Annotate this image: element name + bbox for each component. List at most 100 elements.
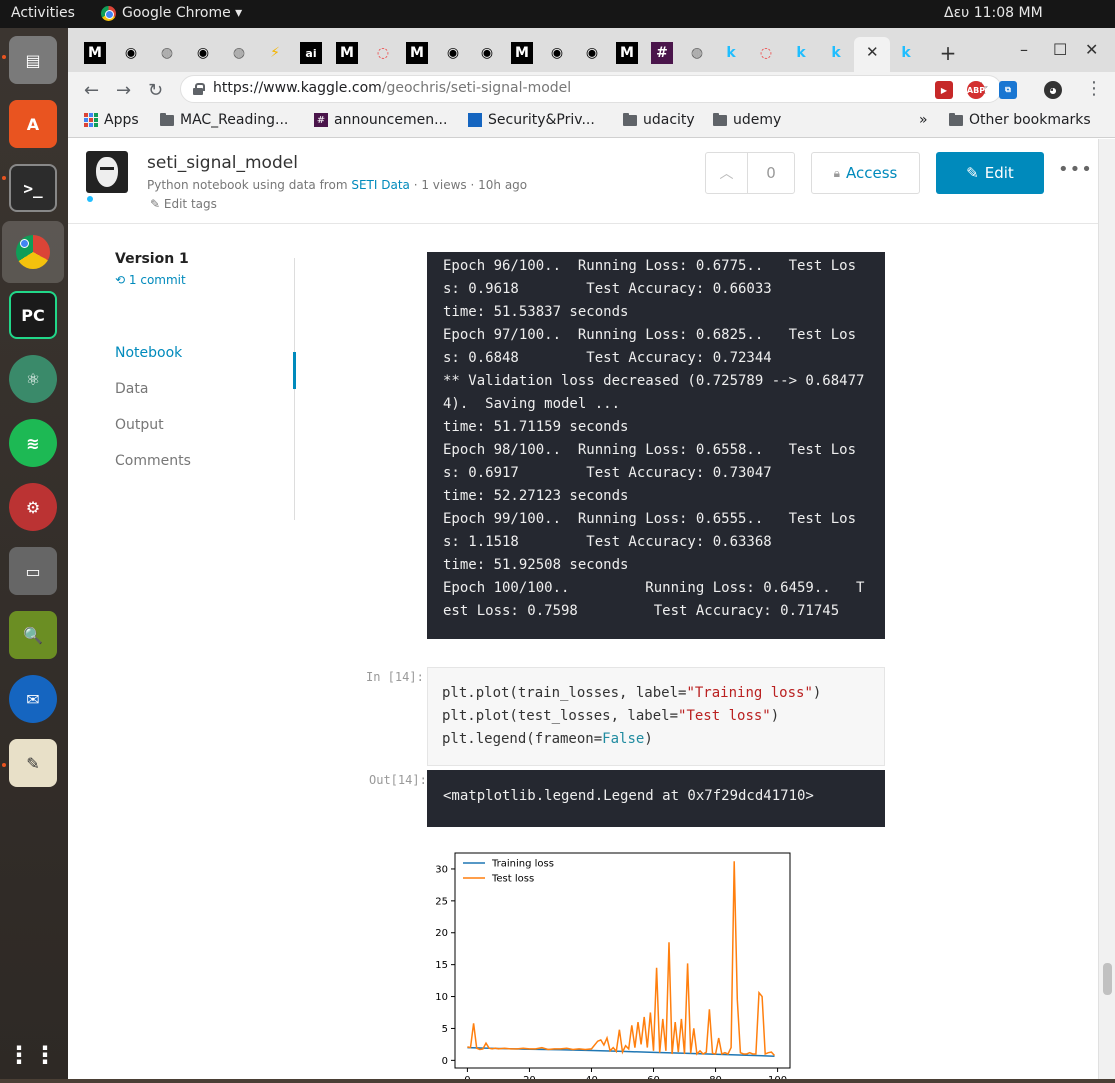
kernel-header: seti_signal_model Python notebook using … (68, 139, 1098, 224)
nav-data[interactable]: Data (115, 381, 148, 397)
training-log-output: Epoch 96/100.. Running Loss: 0.6775.. Te… (427, 252, 885, 639)
files-icon[interactable]: ▤ (9, 36, 57, 84)
tab-slack-icon[interactable]: # (651, 42, 673, 64)
close-window-icon[interactable]: ✕ (1085, 40, 1098, 59)
tab-kaggle-icon[interactable]: k (720, 42, 742, 64)
y-tick-label: 0 (442, 1056, 448, 1067)
tab-github-icon[interactable]: ◉ (546, 42, 568, 64)
upvote-icon[interactable]: ︿ (706, 153, 748, 193)
spotify-icon[interactable]: ≋ (9, 419, 57, 467)
access-button[interactable]: 🔒︎ Access (811, 152, 920, 194)
reload-icon[interactable]: ↻ (148, 80, 163, 101)
tab-kaggle-icon[interactable]: k (825, 42, 847, 64)
disks-icon[interactable]: ▭ (9, 547, 57, 595)
tab-globe-icon[interactable]: ◍ (686, 42, 708, 64)
log-line: est Loss: 0.7598 Test Accuracy: 0.71745 (443, 603, 840, 619)
tab-github-icon[interactable]: ◉ (120, 42, 142, 64)
bookmark-udacity[interactable]: udacity (623, 112, 695, 128)
tab-github-icon[interactable]: ◉ (581, 42, 603, 64)
nav-notebook[interactable]: Notebook (115, 345, 182, 361)
commit-link[interactable]: ⟲ 1 commit (115, 273, 186, 287)
system-tools-icon[interactable]: ⚙ (9, 483, 57, 531)
code-cell[interactable]: plt.plot(train_losses, label="Training l… (427, 667, 885, 766)
tab-flame-icon[interactable]: ◌ (755, 42, 777, 64)
edit-button[interactable]: ✎ Edit (936, 152, 1044, 194)
adblock-icon[interactable]: ABP (967, 81, 985, 99)
address-bar[interactable]: https://www.kaggle.com/geochris/seti-sig… (180, 75, 1002, 103)
menu-icon[interactable]: ⋮ (1085, 78, 1103, 99)
extension-icon[interactable]: ▶ (935, 81, 953, 99)
launcher-dock: ▤ A >_ PC ⚛ ≋ ⚙ ▭ 🔍 ✉ ✎ ⋮⋮ (0, 28, 68, 1079)
in-prompt: In [14]: (366, 670, 424, 684)
clock[interactable]: Δευ 11:08 MM (944, 5, 1043, 21)
tab-bolt-icon[interactable]: ⚡ (264, 42, 286, 64)
bookmark-security[interactable]: Security&Priv... (468, 112, 595, 128)
author-avatar[interactable] (86, 151, 128, 193)
scrollbar-thumb[interactable] (1103, 963, 1112, 995)
tab-github-icon[interactable]: ◉ (476, 42, 498, 64)
thunderbird-icon[interactable]: ✉ (9, 675, 57, 723)
x-tick-label: 80 (709, 1075, 722, 1079)
terminal-icon[interactable]: >_ (9, 164, 57, 212)
extension-icon[interactable]: ⧉ (999, 81, 1017, 99)
image-viewer-icon[interactable]: 🔍 (9, 611, 57, 659)
running-indicator (2, 763, 6, 767)
running-indicator (2, 55, 6, 59)
bookmark-mac-reading[interactable]: MAC_Reading... (160, 112, 288, 128)
new-tab-icon[interactable]: + (937, 41, 959, 65)
show-apps-icon[interactable]: ⋮⋮ (7, 1031, 57, 1079)
bookmark-udemy[interactable]: udemy (713, 112, 781, 128)
active-tab[interactable]: ✕ (854, 37, 890, 72)
bookmark-apps[interactable]: Apps (84, 112, 139, 128)
bookmark-announcements[interactable]: # announcemen... (314, 112, 447, 128)
tab-medium-icon[interactable]: M (84, 42, 106, 64)
lock-icon: 🔒︎ (833, 165, 841, 180)
y-tick-label: 5 (442, 1024, 448, 1035)
tab-medium-icon[interactable]: M (406, 42, 428, 64)
text-editor-icon[interactable]: ✎ (9, 739, 57, 787)
tab-github-icon[interactable]: ◉ (442, 42, 464, 64)
kernel-title: seti_signal_model (147, 153, 298, 173)
forward-icon[interactable]: → (116, 80, 131, 101)
page-scrollbar[interactable] (1098, 139, 1115, 1079)
tab-github-icon[interactable]: ◉ (192, 42, 214, 64)
bookmark-other[interactable]: Other bookmarks (949, 112, 1091, 128)
bookmarks-overflow[interactable]: » (919, 112, 928, 128)
vote-count: 0 (766, 164, 776, 182)
dataset-link[interactable]: SETI Data (351, 178, 410, 192)
edit-tags-link[interactable]: ✎ Edit tags (150, 197, 217, 211)
nav-comments[interactable]: Comments (115, 453, 191, 469)
pycharm-icon[interactable]: PC (9, 291, 57, 339)
bookmarks-bar: Apps MAC_Reading... # announcemen... Secu… (68, 108, 1115, 138)
log-line: time: 52.27123 seconds (443, 488, 629, 504)
chrome-dock-icon[interactable] (2, 221, 64, 283)
legend-label: Test loss (491, 874, 534, 885)
maximize-icon[interactable]: ☐ (1053, 40, 1067, 59)
slack-icon: # (314, 113, 328, 127)
close-tab-icon[interactable]: ✕ (866, 43, 879, 61)
back-icon[interactable]: ← (84, 80, 99, 101)
app-menu[interactable]: Google Chrome ▾ (101, 5, 242, 21)
activities-button[interactable]: Activities (11, 5, 75, 21)
profile-avatar[interactable]: ◕ (1044, 81, 1062, 99)
tab-ai-icon[interactable]: ai (300, 42, 322, 64)
tab-medium-icon[interactable]: M (616, 42, 638, 64)
log-line: time: 51.71159 seconds (443, 419, 629, 435)
tab-kaggle-icon[interactable]: k (790, 42, 812, 64)
tab-medium-icon[interactable]: M (511, 42, 533, 64)
more-options-icon[interactable]: ••• (1058, 159, 1093, 180)
x-tick-label: 20 (523, 1075, 536, 1079)
tab-flame-icon[interactable]: ◌ (372, 42, 394, 64)
log-line: s: 0.6917 Test Accuracy: 0.73047 (443, 465, 772, 481)
tab-globe-icon[interactable]: ◍ (156, 42, 178, 64)
url-text[interactable]: https://www.kaggle.com/geochris/seti-sig… (213, 80, 571, 96)
software-center-icon[interactable]: A (9, 100, 57, 148)
nav-output[interactable]: Output (115, 417, 164, 433)
tab-medium-icon[interactable]: M (336, 42, 358, 64)
atom-icon[interactable]: ⚛ (9, 355, 57, 403)
tab-globe-icon[interactable]: ◍ (228, 42, 250, 64)
tab-kaggle-icon[interactable]: k (895, 42, 917, 64)
y-tick-label: 25 (435, 896, 448, 907)
minimize-icon[interactable]: – (1020, 40, 1028, 59)
chrome-window: M ◉ ◍ ◉ ◍ ⚡ ai M ◌ M ◉ ◉ M ◉ ◉ M # ◍ k ◌… (68, 28, 1115, 1083)
